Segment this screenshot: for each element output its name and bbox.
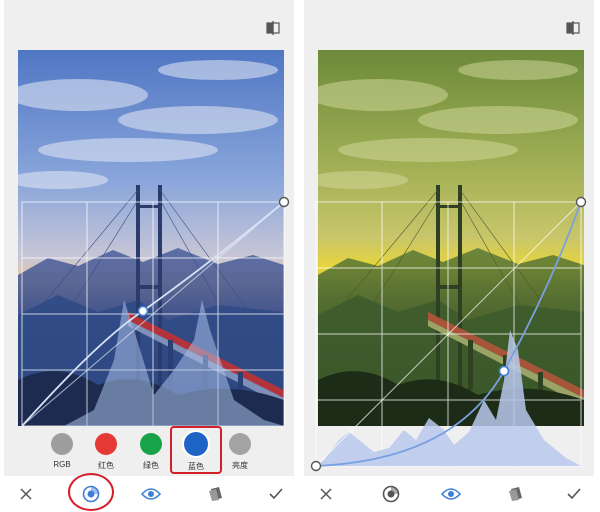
close-icon[interactable] [14, 482, 38, 506]
styles-icon[interactable] [204, 482, 228, 506]
channel-selector: RGB 红色 绿色 蓝色 亮度 [4, 426, 294, 474]
check-icon[interactable] [264, 482, 288, 506]
curves-preset-icon[interactable] [379, 482, 403, 506]
bottom-toolbar [4, 476, 294, 512]
channel-red[interactable]: 红色 [84, 430, 128, 478]
channel-label: 红色 [98, 461, 114, 470]
channel-green-swatch [140, 433, 162, 455]
channel-luminance-swatch [229, 433, 251, 455]
check-icon[interactable] [562, 482, 586, 506]
close-icon[interactable] [314, 482, 338, 506]
channel-label: RGB [53, 460, 71, 469]
selected-channel-highlight [170, 426, 222, 474]
curve-endpoint-bottom[interactable] [310, 460, 322, 472]
bottom-toolbar [304, 476, 594, 512]
right-screen [304, 0, 594, 512]
channel-label: 绿色 [143, 461, 159, 470]
annotation-circle [68, 473, 114, 511]
channel-red-swatch [95, 433, 117, 455]
eye-icon[interactable] [439, 482, 463, 506]
channel-green[interactable]: 绿色 [129, 430, 173, 478]
left-screen: RGB 红色 绿色 蓝色 亮度 [4, 0, 294, 512]
curve-endpoint-top[interactable] [575, 196, 587, 208]
styles-icon[interactable] [504, 482, 528, 506]
curve-endpoint-top[interactable] [278, 196, 290, 208]
curve-control-point[interactable] [137, 305, 149, 317]
eye-icon[interactable] [139, 482, 163, 506]
channel-label: 亮度 [232, 461, 248, 470]
channel-rgb[interactable]: RGB [40, 430, 84, 478]
curves-editor[interactable] [304, 0, 594, 512]
channel-luminance[interactable]: 亮度 [218, 430, 262, 478]
channel-rgb-swatch [51, 433, 73, 455]
curve-control-point[interactable] [498, 365, 510, 377]
